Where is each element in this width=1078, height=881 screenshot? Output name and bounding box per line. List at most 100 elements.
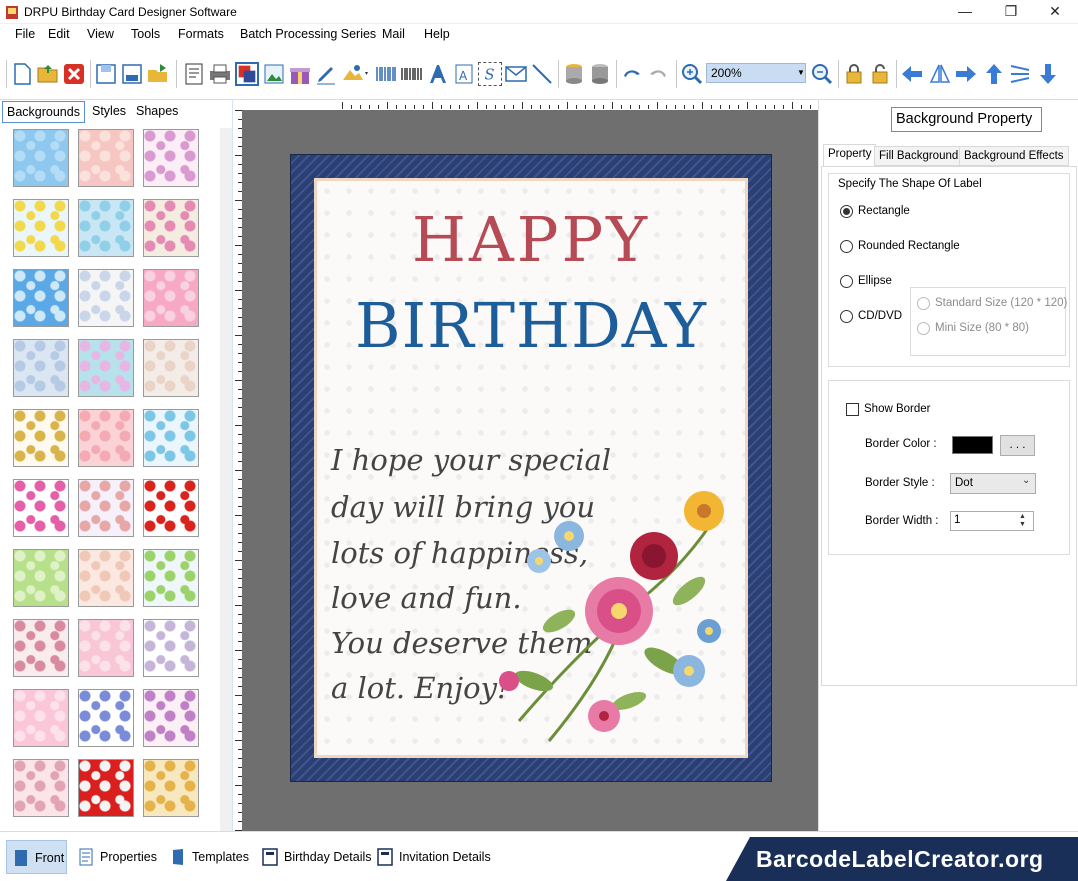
gift-icon[interactable] <box>288 62 312 86</box>
tab-invitation-details[interactable]: Invitation Details <box>371 840 491 874</box>
radio-cd-dvd[interactable] <box>840 310 853 323</box>
chevron-down-icon[interactable]: ⌄ <box>1022 475 1030 486</box>
menu-help[interactable]: Help <box>424 27 450 41</box>
card-border-frame[interactable]: HAPPY BIRTHDAY I hope your special day w… <box>290 154 772 782</box>
radio-cd-dvd-label[interactable]: CD/DVD <box>858 310 902 322</box>
background-thumbnail[interactable] <box>78 549 134 607</box>
radio-rectangle-label[interactable]: Rectangle <box>858 205 910 217</box>
print-icon[interactable] <box>208 62 232 86</box>
symbol-icon[interactable]: S <box>478 62 502 86</box>
background-thumbnail[interactable] <box>78 409 134 467</box>
print-preview-icon[interactable] <box>235 62 259 86</box>
background-thumbnail[interactable] <box>13 269 69 327</box>
lock-icon[interactable] <box>842 62 866 86</box>
spin-arrows-icon[interactable]: ▲ ▼ <box>1019 513 1026 529</box>
maximize-button[interactable]: ❐ <box>988 0 1034 24</box>
new-icon[interactable] <box>10 62 34 86</box>
gallery-scrollbar[interactable] <box>220 128 232 831</box>
background-thumbnail[interactable] <box>13 479 69 537</box>
background-thumbnail[interactable] <box>78 479 134 537</box>
save-as-icon[interactable] <box>120 62 144 86</box>
arrow-down-icon[interactable] <box>1036 62 1060 86</box>
align-icon[interactable] <box>1008 62 1032 86</box>
zoom-dropdown-icon[interactable]: ▼ <box>795 63 807 83</box>
close-window-button[interactable]: ✕ <box>1032 0 1078 24</box>
open-icon[interactable] <box>36 62 60 86</box>
tab-property[interactable]: Property <box>823 144 877 166</box>
export-icon[interactable] <box>146 62 170 86</box>
background-thumbnail[interactable] <box>143 199 199 257</box>
unlock-icon[interactable] <box>868 62 892 86</box>
background-thumbnail[interactable] <box>143 269 199 327</box>
tab-background-effects[interactable]: Background Effects <box>959 146 1069 166</box>
save-icon[interactable] <box>94 62 118 86</box>
tab-templates[interactable]: Templates <box>164 840 249 874</box>
menu-tools[interactable]: Tools <box>131 27 160 41</box>
close-icon[interactable] <box>62 62 86 86</box>
menu-formats[interactable]: Formats <box>178 27 224 41</box>
text-icon[interactable] <box>426 62 450 86</box>
background-thumbnail[interactable] <box>78 339 134 397</box>
background-thumbnail[interactable] <box>143 619 199 677</box>
mail-icon[interactable] <box>504 62 528 86</box>
border-color-picker-button[interactable]: . . . <box>1000 435 1035 456</box>
minimize-button[interactable]: — <box>942 0 988 24</box>
tab-shapes[interactable]: Shapes <box>132 101 182 123</box>
background-thumbnail[interactable] <box>143 689 199 747</box>
tab-birthday-details[interactable]: Birthday Details <box>256 840 372 874</box>
tab-properties[interactable]: Properties <box>72 840 157 874</box>
menu-view[interactable]: View <box>87 27 114 41</box>
properties-icon[interactable] <box>182 62 206 86</box>
background-thumbnail[interactable] <box>143 129 199 187</box>
undo-icon[interactable] <box>620 62 644 86</box>
background-thumbnail[interactable] <box>13 689 69 747</box>
picture-icon[interactable] <box>340 62 370 86</box>
background-thumbnail[interactable] <box>143 759 199 817</box>
barcode-icon[interactable] <box>374 62 398 86</box>
arrow-right-icon[interactable] <box>954 62 978 86</box>
zoom-out-icon[interactable] <box>810 62 834 86</box>
show-border-label[interactable]: Show Border <box>864 403 930 415</box>
database-icon[interactable] <box>562 62 586 86</box>
card-title-happy[interactable]: HAPPY <box>317 203 745 276</box>
background-thumbnail[interactable] <box>78 199 134 257</box>
radio-ellipse[interactable] <box>840 275 853 288</box>
background-thumbnail[interactable] <box>78 129 134 187</box>
arrow-up-icon[interactable] <box>982 62 1006 86</box>
watermark-icon[interactable] <box>400 62 424 86</box>
flip-icon[interactable] <box>928 62 952 86</box>
image-icon[interactable] <box>262 62 286 86</box>
design-canvas[interactable]: HAPPY BIRTHDAY I hope your special day w… <box>242 110 818 831</box>
menu-batch-processing[interactable]: Batch Processing Series <box>240 27 376 41</box>
background-thumbnail[interactable] <box>143 409 199 467</box>
radio-rounded-rectangle[interactable] <box>840 240 853 253</box>
background-thumbnail[interactable] <box>78 689 134 747</box>
background-thumbnail[interactable] <box>78 269 134 327</box>
line-icon[interactable] <box>530 62 554 86</box>
background-thumbnail[interactable] <box>13 619 69 677</box>
tab-backgrounds[interactable]: Backgrounds <box>2 101 85 123</box>
radio-ellipse-label[interactable]: Ellipse <box>858 275 892 287</box>
pen-icon[interactable] <box>314 62 338 86</box>
background-thumbnail[interactable] <box>13 199 69 257</box>
arrow-left-icon[interactable] <box>900 62 924 86</box>
tab-front[interactable]: Front <box>6 840 67 874</box>
redo-icon[interactable] <box>646 62 670 86</box>
background-thumbnail[interactable] <box>143 339 199 397</box>
radio-rectangle[interactable] <box>840 205 853 218</box>
menu-mail[interactable]: Mail <box>382 27 405 41</box>
background-thumbnail[interactable] <box>143 549 199 607</box>
background-thumbnail[interactable] <box>13 549 69 607</box>
background-thumbnail[interactable] <box>13 409 69 467</box>
border-color-swatch[interactable] <box>952 436 993 454</box>
word-art-icon[interactable]: A <box>452 62 476 86</box>
card-title-birthday[interactable]: BIRTHDAY <box>317 289 745 362</box>
card-message-line[interactable]: a lot. Enjoy! <box>331 671 509 705</box>
menu-edit[interactable]: Edit <box>48 27 70 41</box>
radio-rounded-rectangle-label[interactable]: Rounded Rectangle <box>858 240 960 252</box>
show-border-checkbox[interactable] <box>846 403 859 416</box>
background-thumbnail[interactable] <box>13 759 69 817</box>
background-thumbnail[interactable] <box>78 759 134 817</box>
background-thumbnail[interactable] <box>143 479 199 537</box>
zoom-level-input[interactable]: 200% <box>706 63 806 83</box>
